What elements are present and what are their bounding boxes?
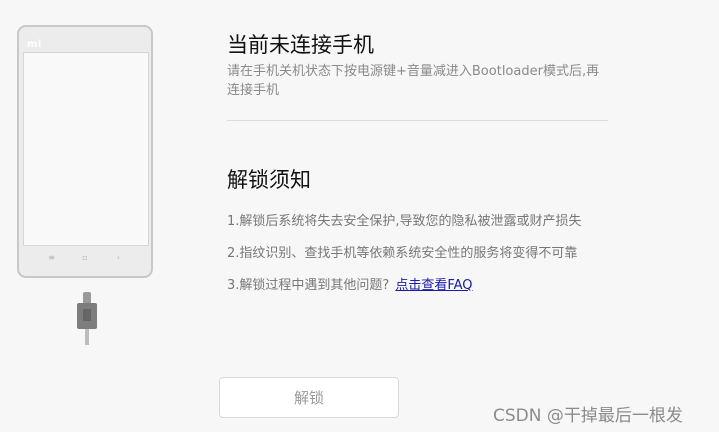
phone-illustration: mi ≡ ▫ ‹ bbox=[17, 25, 153, 278]
home-icon: ▫ bbox=[82, 253, 88, 262]
usb-plug-icon bbox=[77, 303, 97, 329]
connection-instructions: 请在手机关机状态下按电源键+音量减进入Bootloader模式后,再连接手机 bbox=[227, 64, 600, 98]
notice-item: 1.解锁后系统将失去安全保护,导致您的隐私被泄露或财产损失 bbox=[227, 214, 582, 229]
notice-item: 2.指纹识别、查找手机等依赖系统安全性的服务将变得不可靠 bbox=[227, 246, 578, 261]
connection-status-title: 当前未连接手机 bbox=[227, 33, 374, 57]
menu-icon: ≡ bbox=[48, 253, 55, 262]
usb-cable-wire bbox=[85, 329, 89, 345]
divider bbox=[227, 120, 608, 121]
unlock-button[interactable]: 解锁 bbox=[219, 377, 399, 418]
notice-item-faq: 3.解锁过程中遇到其他问题? 点击查看FAQ bbox=[227, 274, 627, 293]
faq-link[interactable]: 点击查看FAQ bbox=[395, 278, 472, 293]
phone-nav-keys: ≡ ▫ ‹ bbox=[19, 253, 151, 262]
mi-logo: mi bbox=[27, 39, 42, 50]
back-icon: ‹ bbox=[116, 253, 120, 262]
notice-item-text: 3.解锁过程中遇到其他问题? bbox=[227, 278, 390, 293]
watermark: CSDN @干掉最后一根发 bbox=[493, 406, 683, 426]
unlock-notice-title: 解锁须知 bbox=[227, 168, 311, 192]
phone-screen bbox=[23, 52, 149, 246]
